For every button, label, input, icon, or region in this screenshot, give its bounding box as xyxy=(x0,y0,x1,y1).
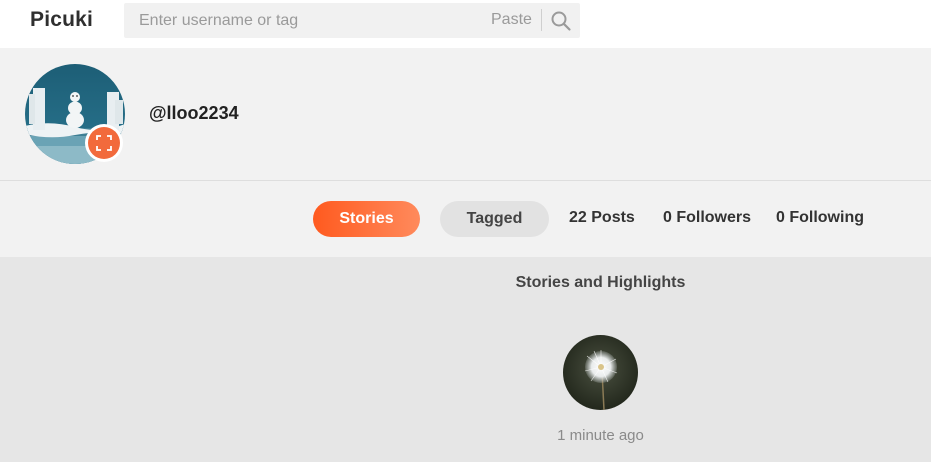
search-input[interactable] xyxy=(124,3,474,38)
profile-section: @lloo2234 xyxy=(0,48,931,180)
stories-section: Stories and Highlights 1 minute ago xyxy=(0,257,931,462)
search-divider xyxy=(541,9,542,31)
story-timestamp: 1 minute ago xyxy=(557,427,644,444)
expand-avatar-button[interactable] xyxy=(85,124,123,162)
site-logo[interactable]: Picuki xyxy=(30,8,93,32)
following-count[interactable]: 0 Following xyxy=(776,209,864,227)
profile-username: @lloo2234 xyxy=(149,103,239,123)
search-bar: Paste xyxy=(124,3,580,38)
posts-count[interactable]: 22 Posts xyxy=(569,209,635,227)
tab-tagged[interactable]: Tagged xyxy=(440,201,549,237)
story-thumbnail[interactable] xyxy=(563,335,638,410)
search-icon[interactable] xyxy=(550,10,572,32)
profile-tabs-bar: Stories Tagged 22 Posts 0 Followers 0 Fo… xyxy=(0,181,931,257)
stories-title: Stories and Highlights xyxy=(515,274,686,291)
top-header: Picuki Paste xyxy=(0,0,931,48)
followers-count[interactable]: 0 Followers xyxy=(663,209,751,227)
tab-stories[interactable]: Stories xyxy=(313,201,420,237)
paste-button[interactable]: Paste xyxy=(491,11,532,29)
expand-icon xyxy=(88,127,120,159)
